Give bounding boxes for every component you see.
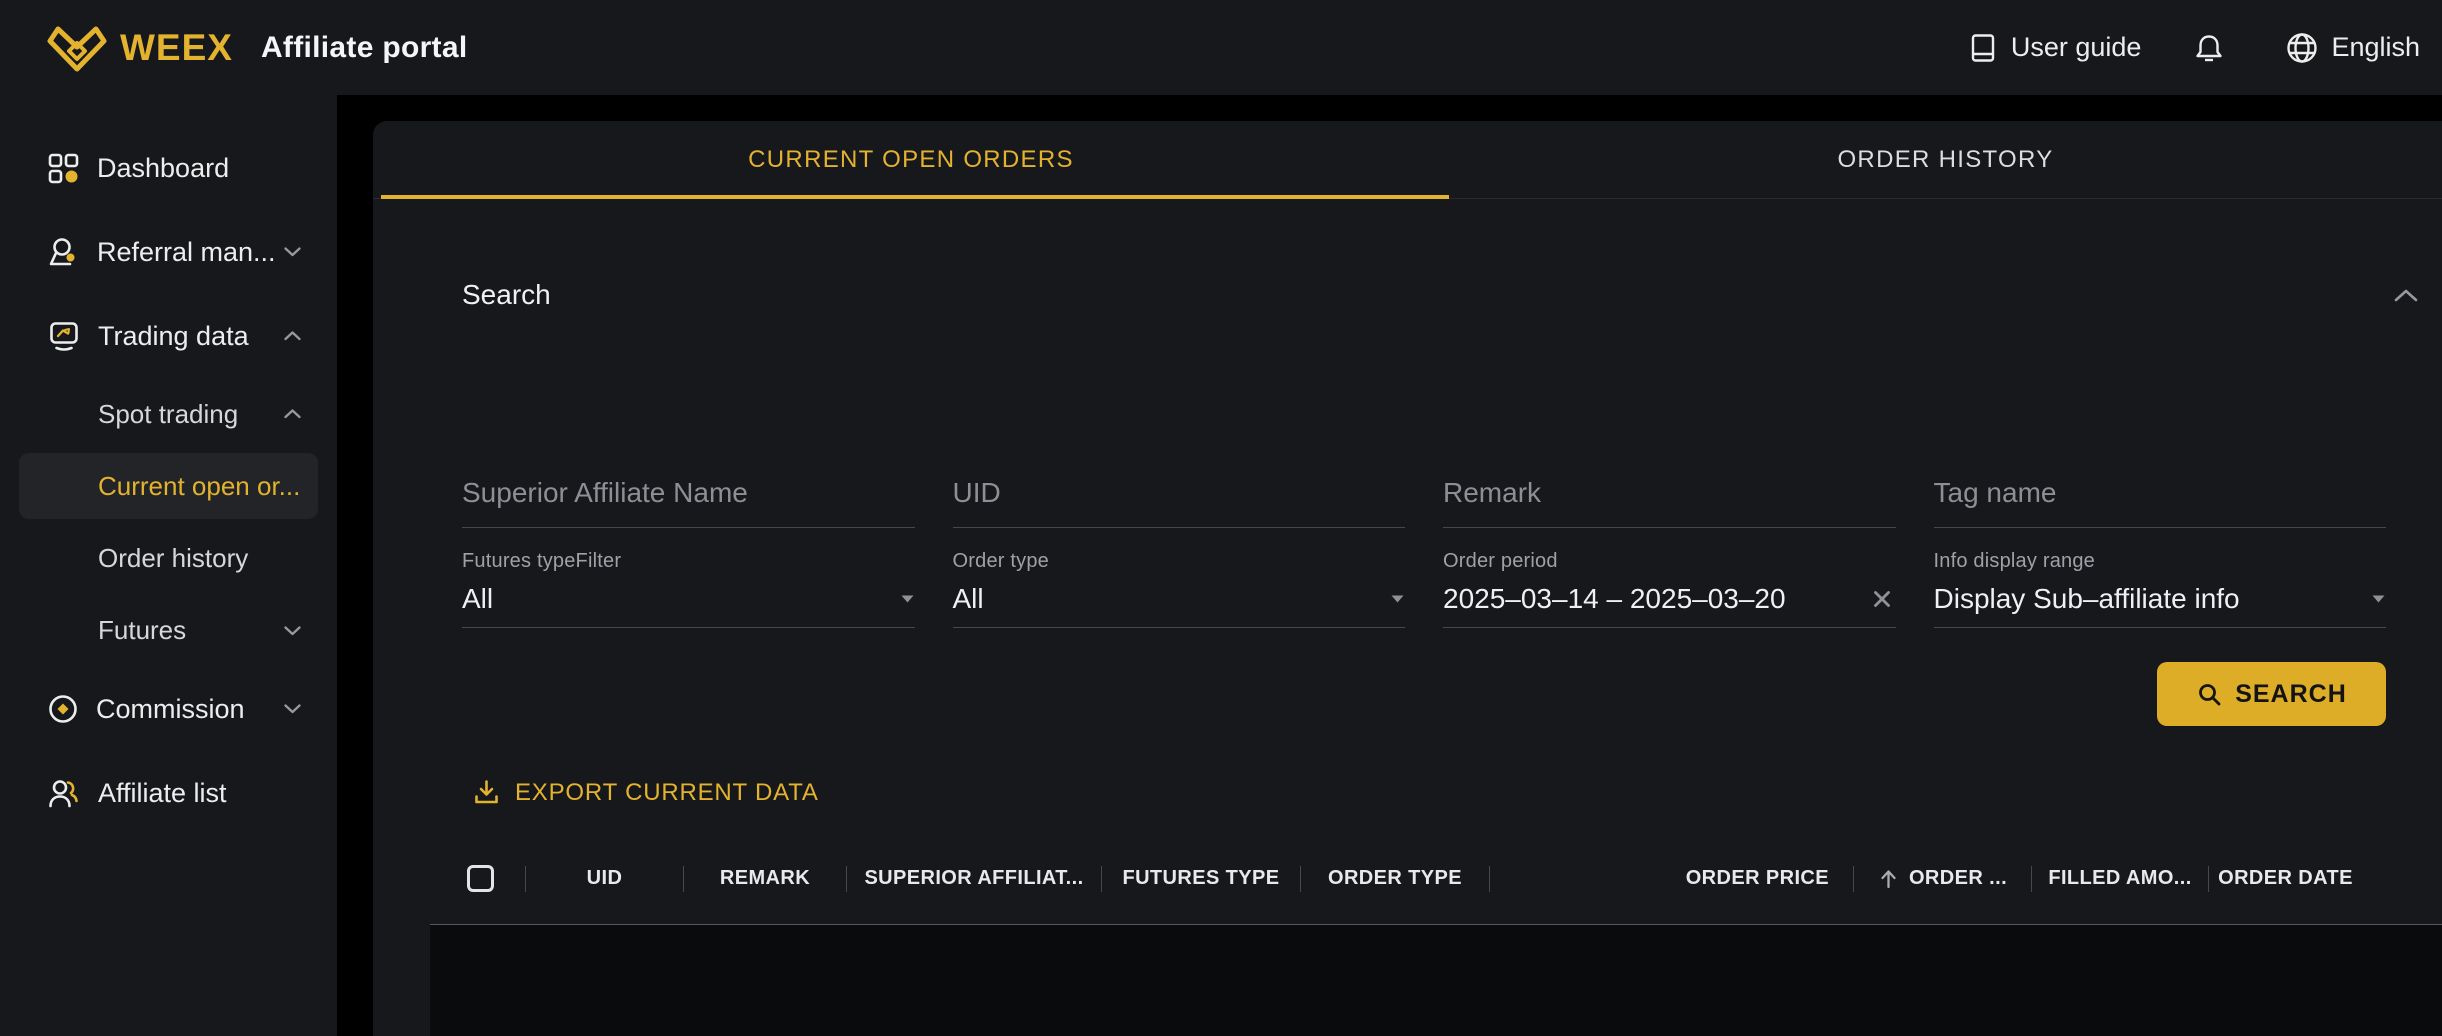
futures-type-select[interactable]: All	[462, 583, 915, 628]
clear-date-icon[interactable]	[1868, 585, 1896, 613]
sort-arrow-up-icon[interactable]	[1878, 867, 1899, 890]
sidebar-item-affiliate-list[interactable]: Affiliate list	[0, 751, 337, 835]
weex-logo: WEEX	[46, 23, 233, 73]
chevron-down-icon	[284, 704, 301, 714]
table-body-empty	[430, 925, 2442, 1036]
column-header-uid[interactable]: UID	[526, 867, 683, 890]
chevron-up-icon	[284, 409, 301, 419]
remark-input[interactable]	[1443, 477, 1896, 528]
column-header-futures-type[interactable]: FUTURES TYPE	[1102, 867, 1300, 890]
weex-logo-icon	[46, 23, 108, 73]
dashboard-icon	[48, 153, 79, 184]
column-header-order-label: ORDER ...	[1909, 867, 2007, 890]
futures-type-label: Futures typeFilter	[462, 550, 915, 573]
main-panel: CURRENT OPEN ORDERS ORDER HISTORY Search…	[373, 121, 2442, 1036]
tab-current-open-orders[interactable]: CURRENT OPEN ORDERS	[373, 121, 1449, 198]
info-display-range-value: Display Sub–affiliate info	[1934, 583, 2240, 615]
superior-affiliate-name-input[interactable]	[462, 477, 915, 528]
chevron-up-icon	[2394, 289, 2418, 302]
column-header-order-sorted[interactable]: ORDER ...	[1854, 867, 2031, 890]
chevron-down-icon	[284, 626, 301, 636]
table-header-row: UID REMARK SUPERIOR AFFILIAT... FUTURES …	[430, 833, 2442, 925]
magnifier-icon	[2196, 681, 2223, 708]
info-display-range-select[interactable]: Display Sub–affiliate info	[1934, 583, 2387, 628]
sidebar-item-commission[interactable]: Commission	[0, 667, 337, 751]
commission-icon	[48, 694, 78, 724]
language-label: English	[2331, 32, 2420, 63]
referral-person-icon	[48, 236, 79, 269]
sidebar-label: Affiliate list	[98, 778, 227, 809]
caret-down-icon	[2371, 594, 2386, 604]
uid-input[interactable]	[953, 477, 1406, 528]
order-type-filter: Order type All	[953, 550, 1406, 628]
notifications-button[interactable]	[2193, 32, 2225, 64]
user-guide-button[interactable]: User guide	[1967, 32, 2142, 64]
order-type-label: Order type	[953, 550, 1406, 573]
brand-name: WEEX	[120, 27, 233, 69]
select-all-checkbox[interactable]	[467, 865, 494, 892]
column-divider	[1489, 866, 1490, 892]
orders-table: EXPORT CURRENT DATA UID REMARK SUPERIOR …	[430, 726, 2442, 1036]
order-period-label: Order period	[1443, 550, 1896, 573]
order-period-date-range[interactable]: 2025–03–14 – 2025–03–20	[1443, 583, 1896, 628]
tab-bar: CURRENT OPEN ORDERS ORDER HISTORY	[373, 121, 2442, 199]
book-icon	[1967, 32, 1999, 64]
search-button-label: SEARCH	[2235, 680, 2347, 709]
sidebar-item-spot-trading[interactable]: Spot trading	[0, 378, 337, 450]
export-current-data-button[interactable]: EXPORT CURRENT DATA	[472, 778, 819, 807]
sidebar-label: Commission	[96, 694, 245, 725]
sidebar-label: Futures	[98, 615, 186, 646]
column-header-order-type[interactable]: ORDER TYPE	[1301, 867, 1489, 890]
column-header-remark[interactable]: REMARK	[684, 867, 846, 890]
sidebar-item-trading-data[interactable]: Trading data	[0, 294, 337, 378]
caret-down-icon	[1390, 594, 1405, 604]
column-header-superior-affiliate[interactable]: SUPERIOR AFFILIAT...	[847, 867, 1101, 890]
chevron-down-icon	[284, 247, 301, 257]
sidebar-item-referral-management[interactable]: Referral man...	[0, 210, 337, 294]
tab-order-history[interactable]: ORDER HISTORY	[1449, 121, 2442, 198]
top-header: WEEX Affiliate portal User guide	[0, 0, 2442, 95]
sidebar-item-futures[interactable]: Futures	[0, 594, 337, 667]
language-selector[interactable]: English	[2285, 31, 2420, 65]
sidebar-item-dashboard[interactable]: Dashboard	[0, 126, 337, 210]
futures-type-filter: Futures typeFilter All	[462, 550, 915, 628]
download-icon	[472, 778, 501, 807]
sidebar-label: Spot trading	[98, 399, 238, 430]
page-title: Affiliate portal	[261, 31, 467, 65]
sidebar-label: Current open or...	[98, 471, 300, 502]
column-header-order-price[interactable]: ORDER PRICE	[1653, 867, 1853, 890]
chevron-up-icon	[284, 331, 301, 341]
search-button[interactable]: SEARCH	[2157, 662, 2386, 726]
futures-type-value: All	[462, 583, 493, 615]
export-label: EXPORT CURRENT DATA	[515, 779, 819, 807]
order-type-select[interactable]: All	[953, 583, 1406, 628]
tag-name-input[interactable]	[1934, 477, 2387, 528]
order-period-filter: Order period 2025–03–14 – 2025–03–20	[1443, 550, 1896, 628]
caret-down-icon	[900, 594, 915, 604]
globe-icon	[2285, 31, 2319, 65]
sidebar-label: Referral man...	[97, 237, 276, 268]
sidebar-label: Trading data	[98, 321, 249, 352]
sidebar: Dashboard Referral man... Trading data	[0, 95, 337, 1036]
sidebar-label: Dashboard	[97, 153, 229, 184]
sidebar-item-order-history[interactable]: Order history	[0, 522, 337, 594]
column-header-order-date[interactable]: ORDER DATE	[2209, 867, 2362, 890]
info-display-range-filter: Info display range Display Sub–affiliate…	[1934, 550, 2387, 628]
sidebar-item-current-open-orders[interactable]: Current open or...	[19, 453, 318, 519]
user-guide-label: User guide	[2011, 32, 2142, 63]
trading-data-icon	[48, 320, 80, 352]
collapse-search-button[interactable]	[2394, 289, 2418, 302]
sidebar-label: Order history	[98, 543, 248, 574]
affiliate-list-icon	[48, 778, 80, 808]
order-type-value: All	[953, 583, 984, 615]
bell-icon	[2193, 32, 2225, 64]
info-display-range-label: Info display range	[1934, 550, 2387, 573]
column-header-filled-amount[interactable]: FILLED AMO...	[2032, 867, 2208, 890]
order-period-value: 2025–03–14 – 2025–03–20	[1443, 583, 1786, 615]
search-section-title: Search	[462, 279, 551, 311]
